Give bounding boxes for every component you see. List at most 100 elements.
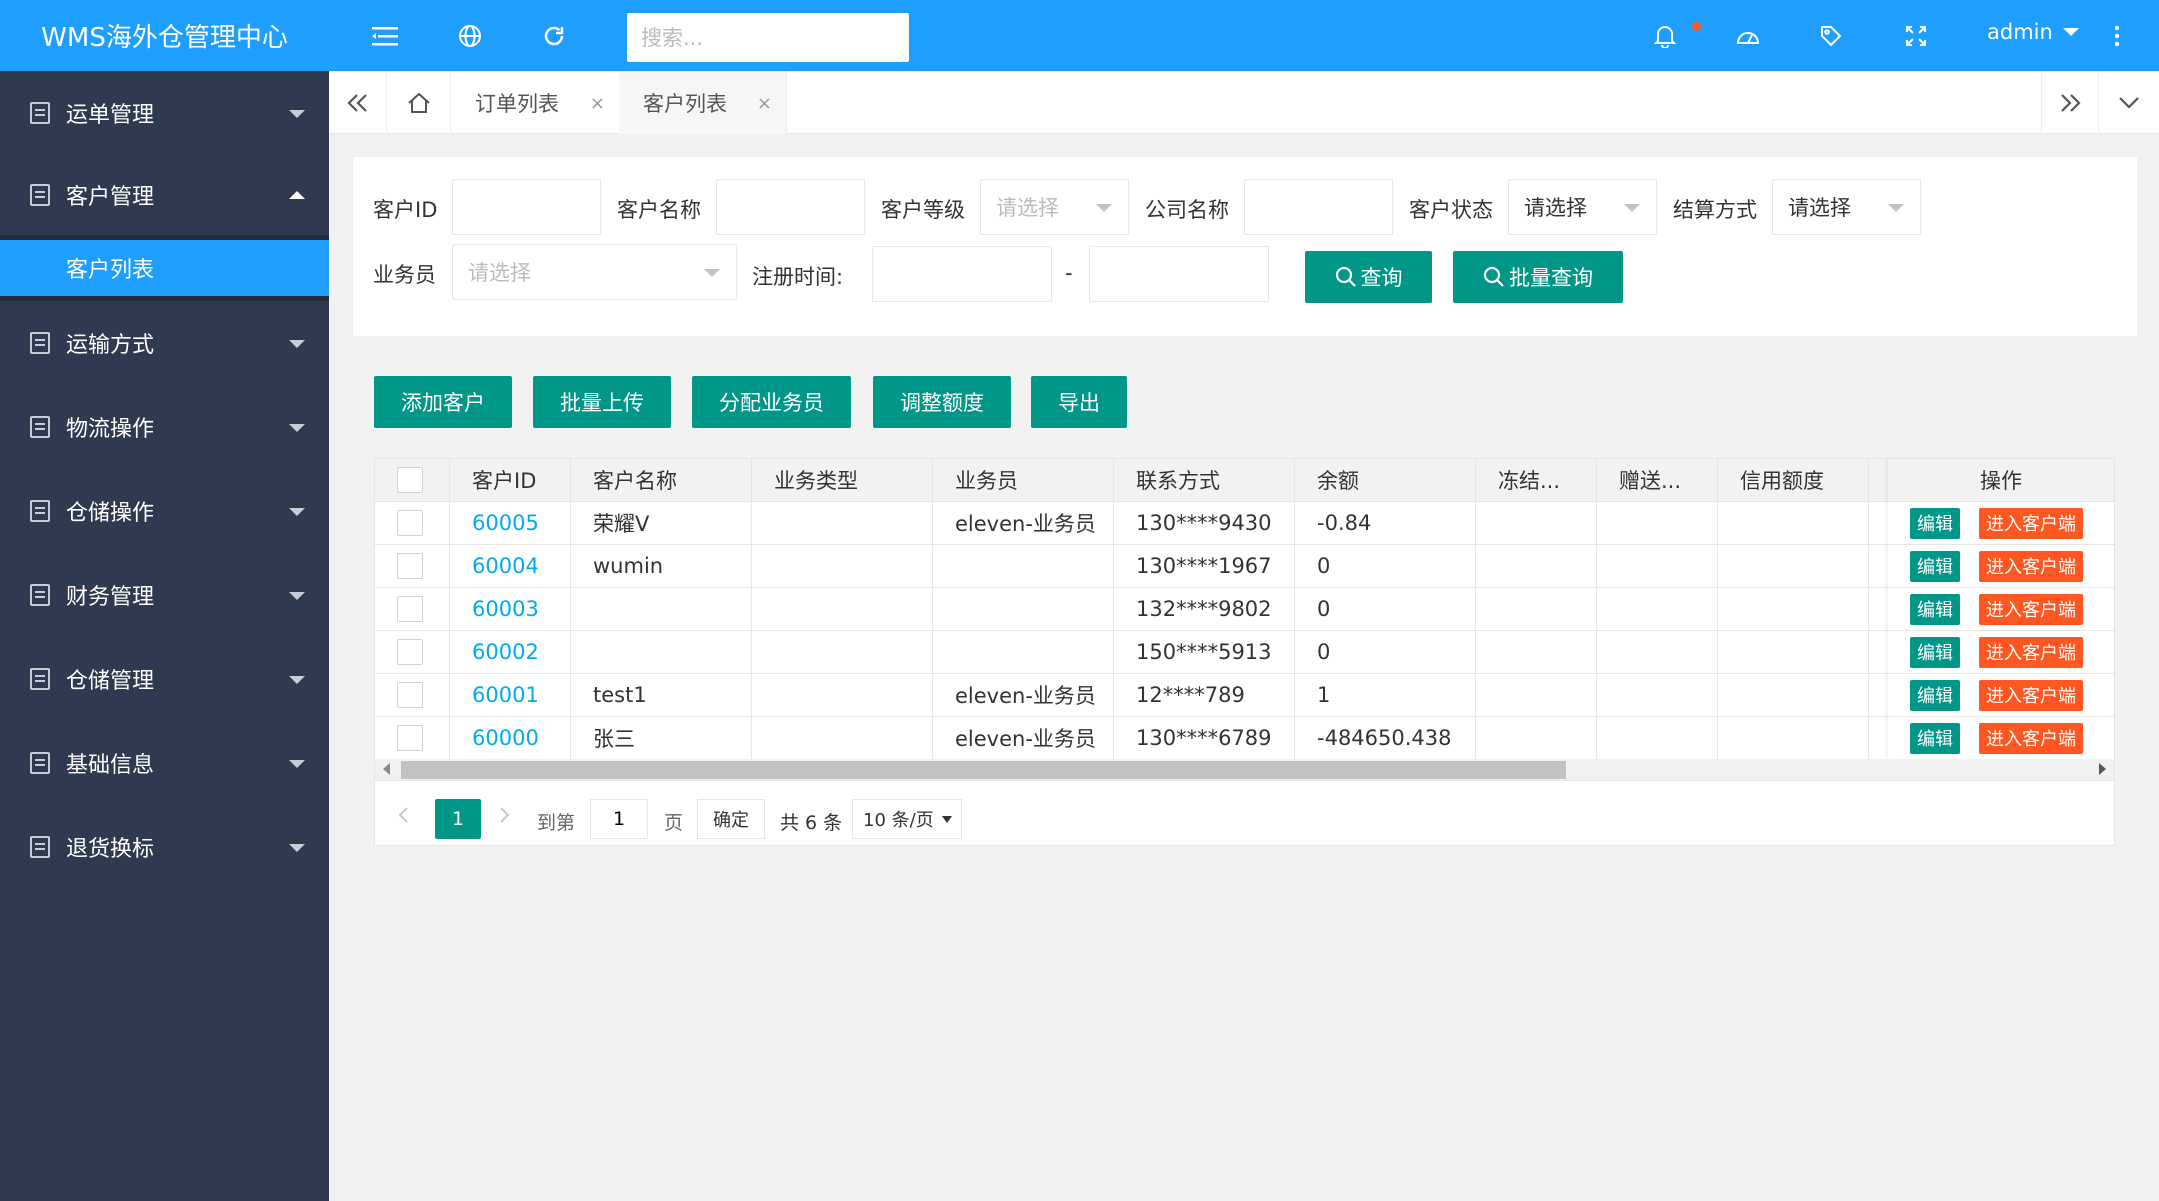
header-customer-name[interactable]: 客户名称 [571,459,752,501]
globe-icon[interactable] [457,24,483,48]
sidebar-item-finance[interactable]: 财务管理 [0,553,329,637]
edit-button[interactable]: 编辑 [1910,550,1960,582]
next-page-icon[interactable] [499,806,511,824]
prev-page-icon[interactable] [397,806,409,824]
row-checkbox[interactable] [397,553,423,579]
header-contact[interactable]: 联系方式 [1114,459,1295,501]
sidebar-item-customer[interactable]: 客户管理 [0,155,329,235]
row-checkbox[interactable] [397,596,423,622]
enter-client-button[interactable]: 进入客户端 [1979,636,2083,668]
scrollbar-thumb[interactable] [401,761,1566,779]
tabs-scroll-right[interactable] [2041,71,2099,134]
tab-label: 客户列表 [643,91,727,116]
current-page[interactable]: 1 [435,799,481,839]
header-business-type[interactable]: 业务类型 [752,459,933,501]
batch-upload-button[interactable]: 批量上传 [533,376,671,428]
header-customer-id[interactable]: 客户ID [450,459,571,501]
sidebar-item-storage-mgmt[interactable]: 仓储管理 [0,637,329,721]
add-customer-button[interactable]: 添加客户 [374,376,512,428]
query-button[interactable]: 查询 [1305,251,1432,303]
row-checkbox[interactable] [397,639,423,665]
sidebar-item-returns[interactable]: 退货换标 [0,805,329,889]
tag-icon[interactable] [1818,24,1844,48]
sidebar-item-storage-ops[interactable]: 仓储操作 [0,469,329,553]
chevron-up-icon [289,191,305,199]
sidebar-item-transport[interactable]: 运输方式 [0,301,329,385]
operation-cell: 编辑 进入客户端 [1888,588,2114,631]
enter-client-button[interactable]: 进入客户端 [1979,550,2083,582]
customer-id-input[interactable] [452,179,601,235]
fullscreen-icon[interactable] [1903,24,1929,48]
header-frozen[interactable]: 冻结... [1476,459,1597,501]
edit-button[interactable]: 编辑 [1910,722,1960,754]
sidebar-subitem-customer-list[interactable]: 客户列表 [0,240,329,296]
balance-cell: 0 [1295,588,1476,630]
operation-cell: 编辑 进入客户端 [1888,502,2114,545]
bell-icon[interactable] [1652,24,1678,48]
customer-name-input[interactable] [716,179,865,235]
dashboard-icon[interactable] [1735,24,1761,48]
sidebar-item-waybill[interactable]: 运单管理 [0,71,329,155]
search-input[interactable] [627,13,909,62]
refresh-icon[interactable] [541,24,567,48]
header-credit[interactable]: 信用额度 [1718,459,1869,501]
enter-client-button[interactable]: 进入客户端 [1979,593,2083,625]
gift-cell [1597,717,1718,759]
header-gift[interactable]: 赠送... [1597,459,1718,501]
customer-level-select[interactable]: 请选择 [980,179,1129,235]
scroll-left-arrow-icon[interactable] [383,763,390,775]
page-size-select[interactable]: 10 条/页 [852,799,962,839]
sidebar-item-basic-info[interactable]: 基础信息 [0,721,329,805]
assign-salesman-button[interactable]: 分配业务员 [692,376,851,428]
customer-id-link[interactable]: 60002 [450,631,571,673]
edit-button[interactable]: 编辑 [1910,593,1960,625]
customer-id-link[interactable]: 60004 [450,545,571,587]
horizontal-scrollbar[interactable] [375,759,2114,781]
goto-confirm-button[interactable]: 确定 [697,799,765,839]
customer-id-link[interactable]: 60001 [450,674,571,716]
batch-query-button[interactable]: 批量查询 [1453,251,1623,303]
customer-id-link[interactable]: 60005 [450,502,571,544]
settlement-select[interactable]: 请选择 [1772,179,1921,235]
close-icon[interactable]: × [757,93,772,114]
row-checkbox[interactable] [397,510,423,536]
tabs-dropdown[interactable] [2100,71,2158,134]
more-vertical-icon[interactable] [2104,24,2130,48]
enter-client-button[interactable]: 进入客户端 [1979,507,2083,539]
chevron-down-icon [289,424,305,432]
export-button[interactable]: 导出 [1031,376,1127,428]
tab-customer-list[interactable]: 客户列表 × [619,71,787,134]
credit-cell [1718,631,1869,673]
row-checkbox[interactable] [397,682,423,708]
enter-client-button[interactable]: 进入客户端 [1979,722,2083,754]
user-name: admin [1987,20,2053,44]
customer-id-link[interactable]: 60003 [450,588,571,630]
app-logo-title[interactable]: WMS海外仓管理中心 [0,0,329,71]
header-balance[interactable]: 余额 [1295,459,1476,501]
search-icon [1335,266,1356,287]
tab-order-list[interactable]: 订单列表 × [451,71,619,134]
customer-id-link[interactable]: 60000 [450,717,571,759]
register-end-date-input[interactable] [1089,246,1269,302]
tabs-scroll-left[interactable] [329,71,387,134]
sidebar-item-logistics[interactable]: 物流操作 [0,385,329,469]
salesman-select[interactable]: 请选择 [452,244,737,300]
menu-toggle-icon[interactable] [372,24,398,48]
enter-client-button[interactable]: 进入客户端 [1979,679,2083,711]
edit-button[interactable]: 编辑 [1910,679,1960,711]
company-name-input[interactable] [1244,179,1393,235]
close-icon[interactable]: × [590,93,605,114]
adjust-quota-button[interactable]: 调整额度 [873,376,1011,428]
goto-page-input[interactable] [590,799,648,839]
frozen-cell [1476,717,1597,759]
select-all-checkbox[interactable] [397,467,423,493]
scroll-right-arrow-icon[interactable] [2099,763,2106,775]
edit-button[interactable]: 编辑 [1910,636,1960,668]
edit-button[interactable]: 编辑 [1910,507,1960,539]
user-menu[interactable]: admin [1987,20,2079,44]
row-checkbox[interactable] [397,725,423,751]
customer-status-select[interactable]: 请选择 [1508,179,1657,235]
home-tab[interactable] [387,71,451,134]
register-start-date-input[interactable] [872,246,1052,302]
header-salesman[interactable]: 业务员 [933,459,1114,501]
